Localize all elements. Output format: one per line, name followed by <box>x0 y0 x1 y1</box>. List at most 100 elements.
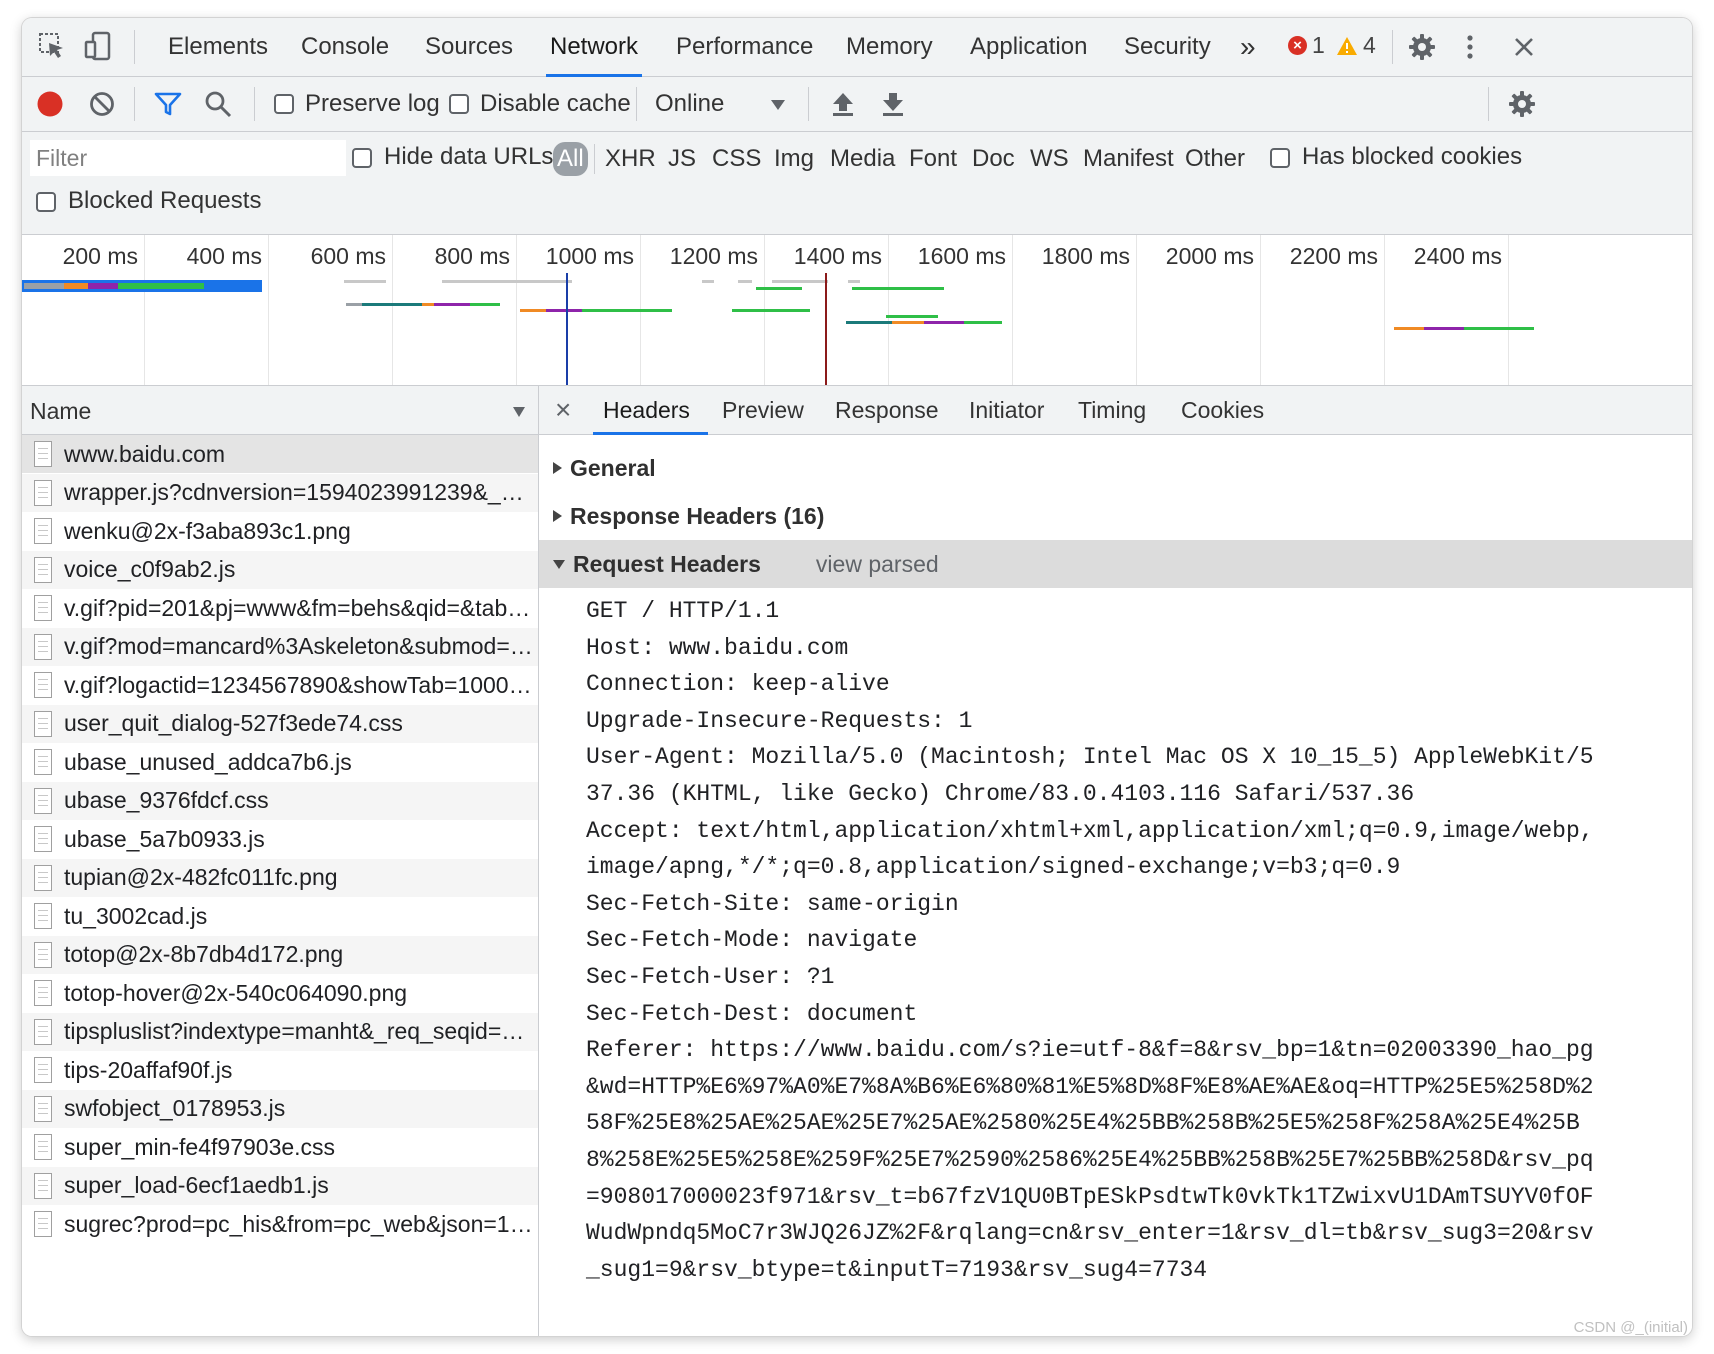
request-headers-section-header[interactable]: Request Headers view parsed <box>539 540 1692 588</box>
import-har-icon[interactable] <box>828 89 858 119</box>
details-tab-initiator[interactable]: Initiator <box>969 386 1044 434</box>
tab-elements[interactable]: Elements <box>168 18 268 76</box>
details-tab-cookies[interactable]: Cookies <box>1181 386 1264 434</box>
response-headers-section-header[interactable]: Response Headers (16) <box>539 492 1692 540</box>
type-filter-xhr[interactable]: XHR <box>605 142 656 176</box>
error-counter[interactable]: × 1 <box>1288 32 1325 59</box>
request-row[interactable]: v.gif?logactid=1234567890&showTab=10000… <box>22 666 538 704</box>
details-tab-timing[interactable]: Timing <box>1078 386 1146 434</box>
details-tab-preview[interactable]: Preview <box>722 386 804 434</box>
has-blocked-cookies-checkbox[interactable] <box>1270 148 1290 168</box>
timeline-bar <box>1394 327 1424 330</box>
divider <box>808 87 809 121</box>
type-filter-js[interactable]: JS <box>668 142 696 176</box>
request-header-line: Sec-Fetch-User: ?1 <box>586 964 835 990</box>
tab-console[interactable]: Console <box>301 18 389 76</box>
hide-data-urls-label[interactable]: Hide data URLs <box>384 143 553 171</box>
view-parsed-link[interactable]: view parsed <box>816 551 939 578</box>
tab-network[interactable]: Network <box>545 18 643 77</box>
timeline-gridline <box>1260 235 1261 385</box>
chevron-down-icon[interactable] <box>768 95 788 115</box>
request-row[interactable]: sugrec?prod=pc_his&from=pc_web&json=1&… <box>22 1205 538 1243</box>
export-har-icon[interactable] <box>878 89 908 119</box>
request-row[interactable]: super_load-6ecf1aedb1.js <box>22 1166 538 1205</box>
request-row[interactable]: tips-20affaf90f.js <box>22 1051 538 1089</box>
has-blocked-cookies-label[interactable]: Has blocked cookies <box>1302 143 1522 171</box>
timeline-bar <box>582 309 672 312</box>
request-row[interactable]: v.gif?pid=201&pj=www&fm=behs&qid=&tab=… <box>22 589 538 627</box>
divider <box>134 87 135 121</box>
request-row[interactable]: v.gif?mod=mancard%3Askeleton&submod=… <box>22 627 538 666</box>
search-icon[interactable] <box>202 88 234 120</box>
close-details-icon[interactable]: × <box>555 394 571 426</box>
request-header-line: WudWpndq5MoC7r3WJQ26JZ%2F&rqlang=cn&rsv_… <box>586 1220 1594 1247</box>
request-row[interactable]: wrapper.js?cdnversion=1594023991239&_=1… <box>22 473 538 512</box>
close-devtools-icon[interactable] <box>1508 31 1540 63</box>
disable-cache-checkbox[interactable] <box>449 94 469 114</box>
details-tab-response[interactable]: Response <box>835 386 939 434</box>
more-tabs-button[interactable]: » <box>1240 18 1256 76</box>
request-row[interactable]: voice_c0f9ab2.js <box>22 550 538 589</box>
sort-descending-icon[interactable] <box>512 405 526 423</box>
type-filter-css[interactable]: CSS <box>712 142 761 176</box>
preserve-log-label[interactable]: Preserve log <box>305 90 440 118</box>
request-header-line: Sec-Fetch-Dest: document <box>586 1000 918 1027</box>
expanded-triangle-icon <box>553 559 565 569</box>
disable-cache-label[interactable]: Disable cache <box>480 90 631 118</box>
tab-security[interactable]: Security <box>1124 18 1211 76</box>
request-row[interactable]: tupian@2x-482fc011fc.png <box>22 858 538 897</box>
request-row[interactable]: user_quit_dialog-527f3ede74.css <box>22 704 538 743</box>
type-filter-font[interactable]: Font <box>909 142 957 176</box>
hide-data-urls-checkbox[interactable] <box>352 148 372 168</box>
request-row[interactable]: swfobject_0178953.js <box>22 1089 538 1128</box>
tab-application[interactable]: Application <box>970 18 1087 76</box>
blocked-requests-label[interactable]: Blocked Requests <box>68 187 261 215</box>
timeline-overview[interactable]: 200 ms 400 ms 600 ms 800 ms 1000 ms 1200 ms 14… <box>22 235 1692 386</box>
request-row[interactable]: totop-hover@2x-540c064090.png <box>22 974 538 1012</box>
request-row[interactable]: www.baidu.com <box>22 435 538 473</box>
tab-memory[interactable]: Memory <box>846 18 933 76</box>
network-settings-gear-icon[interactable] <box>1506 88 1538 120</box>
file-icon <box>34 1211 52 1237</box>
type-filter-manifest[interactable]: Manifest <box>1083 142 1174 176</box>
filter-funnel-icon[interactable] <box>152 88 184 120</box>
request-name: ubase_9376fdcf.css <box>64 787 269 813</box>
request-name: tips-20affaf90f.js <box>64 1056 233 1083</box>
type-filter-other[interactable]: Other <box>1185 142 1245 176</box>
name-column-label: Name <box>30 398 92 424</box>
warning-counter[interactable]: 4 <box>1336 32 1376 59</box>
device-toolbar-icon[interactable] <box>82 30 114 62</box>
record-icon[interactable] <box>34 88 66 120</box>
timeline-gridline <box>144 235 145 385</box>
tab-sources[interactable]: Sources <box>425 18 513 76</box>
request-row[interactable]: wenku@2x-f3aba893c1.png <box>22 512 538 550</box>
type-filter-doc[interactable]: Doc <box>972 142 1015 176</box>
preserve-log-checkbox[interactable] <box>274 94 294 114</box>
request-row[interactable]: tu_3002cad.js <box>22 897 538 935</box>
type-filter-all[interactable]: All <box>553 142 588 176</box>
type-filter-ws[interactable]: WS <box>1030 142 1069 176</box>
request-row[interactable]: ubase_5a7b0933.js <box>22 820 538 858</box>
settings-gear-icon[interactable] <box>1406 31 1438 63</box>
timeline-tick-label: 2400 ms <box>1413 243 1502 269</box>
timeline-gridline <box>1384 235 1385 385</box>
type-filter-media[interactable]: Media <box>830 142 895 176</box>
request-header-line: User-Agent: Mozilla/5.0 (Macintosh; Inte… <box>586 744 1594 771</box>
details-tab-headers[interactable]: Headers <box>593 386 708 435</box>
request-row[interactable]: totop@2x-8b7db4d172.png <box>22 935 538 974</box>
filter-input[interactable] <box>30 140 346 176</box>
blocked-requests-checkbox[interactable] <box>36 192 56 212</box>
request-row[interactable]: tipspluslist?indextype=manht&_req_seqid=… <box>22 1012 538 1051</box>
request-row[interactable]: ubase_9376fdcf.css <box>22 781 538 820</box>
general-section-header[interactable]: General <box>539 444 1692 492</box>
more-options-icon[interactable] <box>1458 31 1482 63</box>
clear-icon[interactable] <box>86 88 118 120</box>
request-row[interactable]: ubase_unused_addca7b6.js <box>22 743 538 781</box>
file-icon <box>34 980 52 1006</box>
request-row[interactable]: super_min-fe4f97903e.css <box>22 1128 538 1166</box>
tab-performance[interactable]: Performance <box>676 18 813 76</box>
request-header-line: Sec-Fetch-Site: same-origin <box>586 890 959 917</box>
inspect-element-icon[interactable] <box>36 30 68 62</box>
name-column-header[interactable]: Name <box>22 386 538 435</box>
type-filter-img[interactable]: Img <box>774 142 814 176</box>
